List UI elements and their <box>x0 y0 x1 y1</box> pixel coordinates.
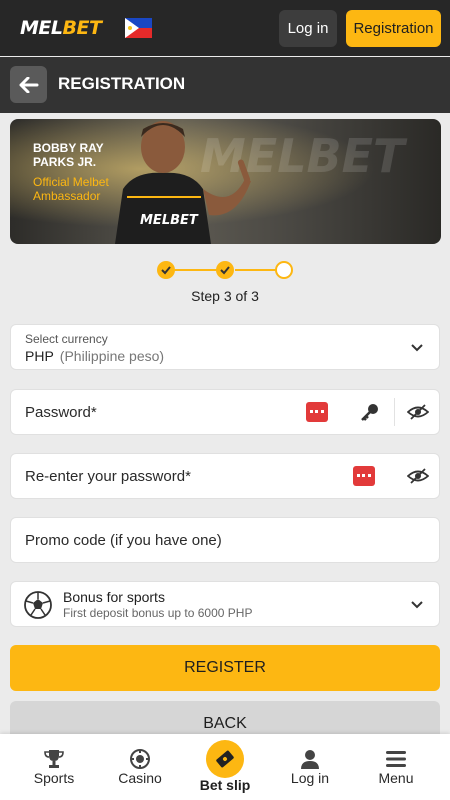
nav-label: Log in <box>290 770 330 786</box>
nav-betslip-label[interactable]: Bet slip <box>185 777 265 793</box>
chevron-down-icon <box>411 344 423 352</box>
password-field[interactable]: Password* <box>10 389 440 435</box>
eye-off-icon[interactable] <box>407 403 429 421</box>
ambassador-banner[interactable]: MELBET MELBET BOBBY RAY PARKS JR. Offici… <box>10 119 441 244</box>
step-3-indicator <box>275 261 293 279</box>
nav-label: Sports <box>33 770 75 786</box>
password-label: Password* <box>25 404 97 421</box>
bonus-title: Bonus for sports <box>63 589 165 605</box>
ambassador-subtitle: Official Melbet Ambassador <box>33 175 109 203</box>
nav-label: Casino <box>118 770 162 786</box>
nav-menu[interactable]: Menu <box>356 734 436 800</box>
currency-label: Select currency <box>25 332 108 346</box>
currency-select[interactable]: Select currency PHP (Philippine peso) <box>10 324 440 370</box>
philippines-flag-icon[interactable] <box>125 18 152 38</box>
back-arrow-button[interactable] <box>10 66 47 103</box>
field-divider <box>394 398 395 426</box>
nav-betslip[interactable] <box>206 740 244 778</box>
password-manager-icon[interactable] <box>353 466 375 486</box>
arrow-left-icon <box>19 76 38 93</box>
step-text: Step 3 of 3 <box>191 288 259 304</box>
confirm-password-label: Re-enter your password* <box>25 468 191 485</box>
registration-button[interactable]: Registration <box>346 10 441 47</box>
bonus-select[interactable]: Bonus for sports First deposit bonus up … <box>10 581 440 627</box>
soccer-ball-icon <box>24 591 52 619</box>
chevron-down-icon <box>411 601 423 609</box>
promo-code-field[interactable]: Promo code (if you have one) <box>10 517 440 563</box>
nav-login[interactable]: Log in <box>270 734 350 800</box>
step-progress <box>157 261 293 279</box>
page-title: REGISTRATION <box>58 74 186 93</box>
register-button[interactable]: REGISTER <box>10 645 440 691</box>
casino-chip-icon <box>130 749 150 769</box>
nav-casino[interactable]: Casino <box>100 734 180 800</box>
nav-sports[interactable]: Sports <box>14 734 94 800</box>
ticket-icon <box>216 750 234 768</box>
confirm-password-field[interactable]: Re-enter your password* <box>10 453 440 499</box>
promo-code-label: Promo code (if you have one) <box>25 532 222 549</box>
nav-label: Menu <box>378 770 414 786</box>
step-1-check-icon <box>157 261 175 279</box>
menu-icon <box>386 751 406 767</box>
currency-value: PHP (Philippine peso) <box>25 348 165 364</box>
step-2-check-icon <box>216 261 234 279</box>
login-button[interactable]: Log in <box>279 10 337 47</box>
ambassador-name: BOBBY RAY PARKS JR. <box>33 141 104 169</box>
password-manager-icon[interactable] <box>306 402 328 422</box>
key-icon[interactable] <box>359 401 381 423</box>
user-icon <box>301 750 319 769</box>
eye-off-icon[interactable] <box>407 467 429 485</box>
svg-text:MELBET: MELBET <box>140 213 199 228</box>
melbet-logo[interactable]: MELBET <box>20 17 102 39</box>
bonus-subtitle: First deposit bonus up to 6000 PHP <box>63 606 253 620</box>
trophy-icon <box>44 750 64 768</box>
